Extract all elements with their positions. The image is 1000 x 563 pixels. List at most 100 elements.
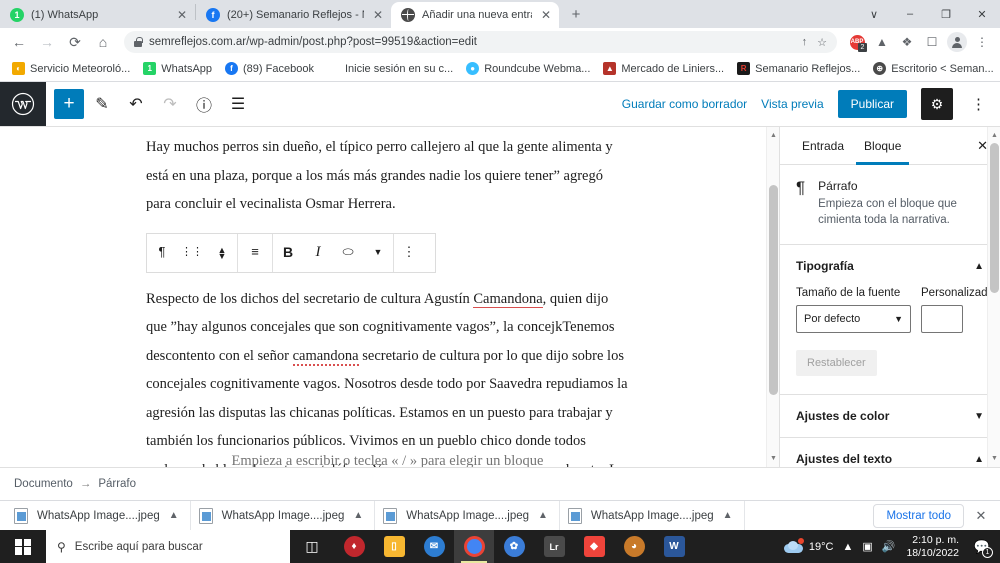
chevron-up-icon[interactable]: ▲ bbox=[723, 510, 733, 521]
chevron-up-icon[interactable]: ▲ bbox=[353, 510, 363, 521]
add-block-button[interactable]: + bbox=[54, 89, 84, 119]
taskbar-app-lightroom[interactable]: Lr bbox=[534, 530, 574, 563]
editor-canvas[interactable]: Hay muchos perros sin dueño, el típico p… bbox=[0, 127, 779, 467]
details-info-button[interactable]: ⓘ bbox=[188, 88, 220, 120]
bookmark-servicio-meteorologico[interactable]: ◐ Servicio Meteoroló... bbox=[6, 60, 136, 77]
scroll-down-arrow-icon[interactable]: ▼ bbox=[988, 452, 1000, 465]
undo-button[interactable]: ↶ bbox=[120, 88, 152, 120]
taskbar-app-paint[interactable]: ✿ bbox=[494, 530, 534, 563]
bookmark-whatsapp[interactable]: 1 WhatsApp bbox=[137, 60, 218, 77]
edit-tool-button[interactable]: ✎ bbox=[86, 88, 118, 120]
close-icon[interactable]: ✕ bbox=[539, 8, 553, 22]
reset-typography-button[interactable]: Restablecer bbox=[796, 350, 877, 376]
weather-widget[interactable]: 19°C bbox=[783, 538, 833, 553]
post-content[interactable]: Hay muchos perros sin dueño, el típico p… bbox=[0, 127, 779, 467]
editor-scrollbar-thumb[interactable] bbox=[769, 185, 778, 395]
close-icon[interactable]: ✕ bbox=[175, 8, 189, 22]
tray-overflow-icon[interactable]: ▲ bbox=[842, 541, 853, 553]
scroll-up-arrow-icon[interactable]: ▲ bbox=[767, 129, 779, 142]
download-item[interactable]: WhatsApp Image....jpeg ▲ bbox=[6, 500, 191, 531]
preview-button[interactable]: Vista previa bbox=[761, 97, 823, 111]
close-downloads-bar-icon[interactable]: ✕ bbox=[968, 508, 994, 524]
scroll-up-arrow-icon[interactable]: ▲ bbox=[988, 129, 1000, 142]
download-item[interactable]: WhatsApp Image....jpeg ▲ bbox=[375, 500, 560, 531]
redo-button[interactable]: ↷ bbox=[154, 88, 186, 120]
save-draft-button[interactable]: Guardar como borrador bbox=[622, 97, 747, 111]
paragraph-block-previous[interactable]: Hay muchos perros sin dueño, el típico p… bbox=[146, 133, 629, 219]
puzzle-extensions-icon[interactable]: ❖ bbox=[895, 30, 919, 54]
editor-scrollbar[interactable]: ▲ ▼ bbox=[766, 127, 779, 467]
bookmark-microsoft-login[interactable]: Inicie sesión en su c... bbox=[321, 60, 459, 77]
close-window-button[interactable]: ✕ bbox=[964, 0, 1000, 28]
bookmark-star-icon[interactable]: ☆ bbox=[817, 36, 827, 49]
list-view-button[interactable]: ☰ bbox=[222, 88, 254, 120]
download-item[interactable]: WhatsApp Image....jpeg ▲ bbox=[191, 500, 376, 531]
bold-button[interactable]: B bbox=[273, 234, 303, 272]
taskbar-search-box[interactable]: ⚲ Escribe aquí para buscar bbox=[46, 530, 290, 563]
sidebar-scrollbar[interactable]: ▲ ▼ bbox=[987, 127, 1000, 467]
tab-entrada[interactable]: Entrada bbox=[792, 127, 854, 164]
chevron-up-icon[interactable]: ▲ bbox=[974, 261, 984, 272]
chevron-up-icon[interactable]: ▲ bbox=[538, 510, 548, 521]
taskbar-app-mail[interactable]: ✉ bbox=[414, 530, 454, 563]
taskbar-app-firefox[interactable]: ♦ bbox=[334, 530, 374, 563]
home-icon[interactable]: ⌂ bbox=[90, 30, 116, 54]
wordpress-logo[interactable] bbox=[0, 82, 46, 126]
chevron-up-icon[interactable]: ▲ bbox=[974, 454, 984, 465]
publish-button[interactable]: Publicar bbox=[837, 90, 907, 118]
forward-icon[interactable]: → bbox=[34, 30, 60, 54]
tab-search-icon[interactable]: ∨ bbox=[856, 0, 892, 28]
volume-icon[interactable]: 🔊 bbox=[882, 540, 896, 553]
notifications-button[interactable]: 💬 1 bbox=[970, 530, 994, 563]
meet-now-icon[interactable]: ▣ bbox=[862, 540, 872, 553]
paragraph-block-selected[interactable]: Respecto de los dichos del secretario de… bbox=[146, 285, 629, 467]
bookmark-facebook[interactable]: f (89) Facebook bbox=[219, 60, 320, 77]
tab-bloque[interactable]: Bloque bbox=[854, 127, 911, 165]
address-bar[interactable]: semreflejos.com.ar/wp-admin/post.php?pos… bbox=[124, 31, 837, 53]
custom-size-input[interactable] bbox=[921, 305, 963, 333]
gear-icon[interactable]: ⚙ bbox=[921, 88, 953, 120]
bookmark-escritorio-semanario[interactable]: ⊕ Escritorio < Seman... bbox=[867, 60, 999, 77]
bookmark-roundcube-webmail[interactable]: ● Roundcube Webma... bbox=[460, 60, 596, 77]
new-tab-button[interactable]: + bbox=[563, 1, 589, 27]
font-size-select[interactable]: Por defecto ▼ bbox=[796, 305, 911, 333]
pdf-icon[interactable]: ▲ bbox=[870, 30, 894, 54]
block-type-paragraph-icon[interactable]: ¶ bbox=[147, 234, 177, 272]
block-options-icon[interactable]: ⋮ bbox=[394, 234, 424, 272]
taskbar-clock[interactable]: 2:10 p. m. 18/10/2022 bbox=[904, 534, 961, 560]
taskbar-app-anydesk[interactable]: ◆ bbox=[574, 530, 614, 563]
browser-tab-whatsapp[interactable]: 1 (1) WhatsApp ✕ bbox=[0, 2, 195, 28]
italic-button[interactable]: I bbox=[303, 234, 333, 272]
bookmark-semanario-reflejos[interactable]: R Semanario Reflejos... bbox=[731, 60, 866, 77]
empty-block-placeholder[interactable]: Empieza a escribir o teclea « / » para e… bbox=[146, 453, 629, 467]
maximize-button[interactable]: ❐ bbox=[928, 0, 964, 28]
task-view-button[interactable]: ◫ bbox=[290, 530, 334, 563]
sidepanel-icon[interactable]: ☐ bbox=[920, 30, 944, 54]
sidebar-scrollbar-thumb[interactable] bbox=[990, 143, 999, 293]
download-item[interactable]: WhatsApp Image....jpeg ▲ bbox=[560, 500, 745, 531]
breadcrumb-document[interactable]: Documento bbox=[14, 478, 73, 490]
minimize-button[interactable]: – bbox=[892, 0, 928, 28]
drag-handle-icon[interactable]: ⋮⋮ bbox=[177, 234, 207, 272]
scroll-down-arrow-icon[interactable]: ▼ bbox=[767, 452, 779, 465]
share-icon[interactable]: ↑ bbox=[802, 36, 808, 48]
align-text-icon[interactable]: ≡ bbox=[238, 234, 272, 272]
chrome-menu-icon[interactable]: ⋮ bbox=[970, 30, 994, 54]
bookmark-mercado-de-liniers[interactable]: ▲ Mercado de Liniers... bbox=[597, 60, 730, 77]
adblock-icon[interactable]: ABP 2 bbox=[845, 30, 869, 54]
windows-start-button[interactable] bbox=[0, 530, 46, 563]
chevron-up-icon[interactable]: ▲ bbox=[169, 510, 179, 521]
close-icon[interactable]: ✕ bbox=[371, 8, 385, 22]
move-up-down-icon[interactable]: ▲ ▼ bbox=[207, 234, 237, 272]
browser-tab-facebook[interactable]: f (20+) Semanario Reflejos - NOTIC ✕ bbox=[196, 2, 391, 28]
breadcrumb-current[interactable]: Párrafo bbox=[98, 478, 136, 490]
more-rich-text-icon[interactable]: ▼ bbox=[363, 234, 393, 272]
link-button[interactable]: ⬭ bbox=[333, 234, 363, 272]
show-all-downloads-button[interactable]: Mostrar todo bbox=[873, 503, 964, 528]
taskbar-app-file-explorer[interactable]: ▯ bbox=[374, 530, 414, 563]
profile-avatar-icon[interactable] bbox=[945, 30, 969, 54]
reload-icon[interactable]: ⟳ bbox=[62, 30, 88, 54]
panel-typography-header[interactable]: Tipografía ▲ bbox=[780, 245, 1000, 287]
taskbar-app-chrome[interactable] bbox=[454, 530, 494, 563]
chevron-down-icon[interactable]: ▼ bbox=[974, 411, 984, 422]
